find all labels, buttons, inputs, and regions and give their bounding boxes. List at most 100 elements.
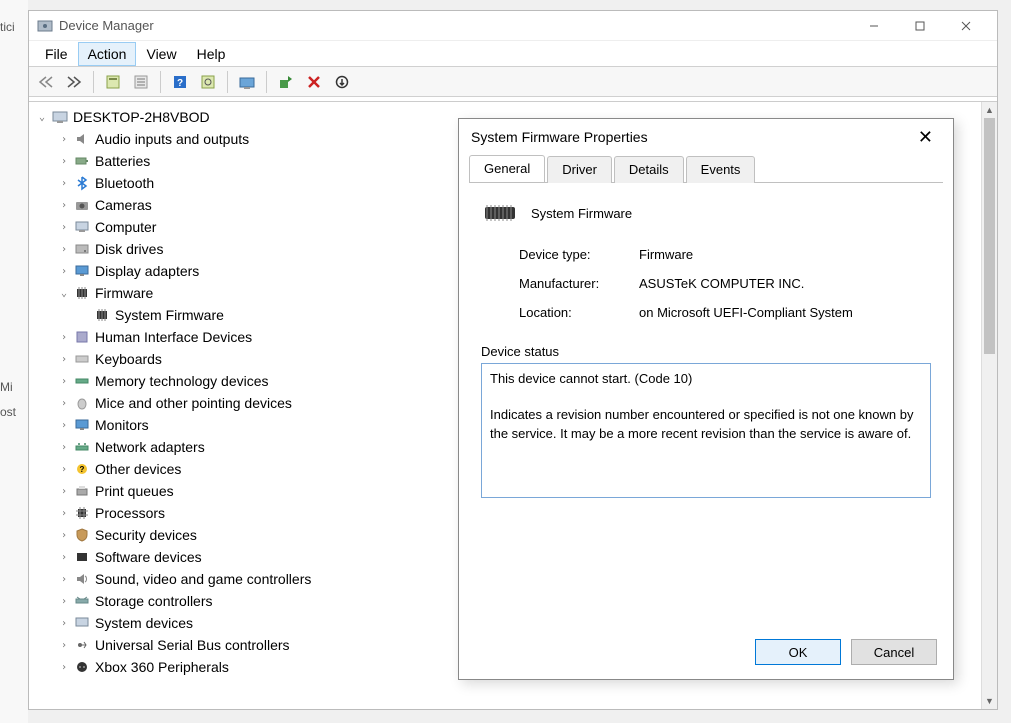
expand-icon[interactable]: › — [57, 662, 71, 673]
menu-file[interactable]: File — [35, 42, 78, 66]
titlebar[interactable]: Device Manager — [29, 11, 997, 41]
tab-general[interactable]: General — [469, 155, 545, 182]
category-icon — [73, 614, 91, 632]
vertical-scrollbar[interactable]: ▲ ▼ — [981, 102, 997, 709]
tree-item-label: Monitors — [95, 417, 149, 433]
expand-icon[interactable]: › — [57, 398, 71, 409]
svg-text:?: ? — [177, 78, 183, 89]
expand-icon[interactable]: › — [57, 200, 71, 211]
tree-item-label: Security devices — [95, 527, 197, 543]
expand-icon[interactable]: › — [57, 222, 71, 233]
expand-icon[interactable]: › — [57, 332, 71, 343]
tree-item-label: Batteries — [95, 153, 150, 169]
category-icon — [73, 658, 91, 676]
svg-text:?: ? — [80, 465, 85, 474]
tab-strip: General Driver Details Events — [469, 155, 943, 183]
scan-hardware-button[interactable] — [331, 71, 353, 93]
category-icon — [73, 526, 91, 544]
expand-icon[interactable]: › — [57, 640, 71, 651]
expand-icon[interactable]: › — [57, 530, 71, 541]
toolbar: ? — [29, 67, 997, 97]
scrollbar-thumb[interactable] — [984, 118, 995, 354]
collapse-icon[interactable]: ⌄ — [35, 112, 49, 123]
collapse-icon[interactable]: ⌄ — [57, 288, 71, 299]
expand-icon[interactable]: › — [57, 486, 71, 497]
bg-text-fragment: tici — [0, 20, 15, 34]
close-button[interactable] — [943, 12, 989, 40]
device-status-text[interactable]: This device cannot start. (Code 10) Indi… — [481, 363, 931, 498]
cancel-button[interactable]: Cancel — [851, 639, 937, 665]
tree-item-label: Computer — [95, 219, 156, 235]
expand-icon[interactable]: › — [57, 376, 71, 387]
tree-item-label: Firmware — [95, 285, 153, 301]
category-icon — [73, 218, 91, 236]
category-icon — [73, 262, 91, 280]
tab-events[interactable]: Events — [686, 156, 756, 183]
category-icon — [73, 482, 91, 500]
expand-icon[interactable]: › — [57, 354, 71, 365]
menu-help[interactable]: Help — [187, 42, 236, 66]
tree-item-label: Sound, video and game controllers — [95, 571, 311, 587]
expand-icon[interactable]: › — [57, 178, 71, 189]
scroll-down-button[interactable]: ▼ — [982, 693, 997, 709]
expand-icon[interactable]: › — [57, 442, 71, 453]
expand-icon[interactable]: › — [57, 618, 71, 629]
properties-button[interactable] — [130, 71, 152, 93]
back-button[interactable] — [35, 71, 57, 93]
tree-item-label: Processors — [95, 505, 165, 521]
dialog-titlebar[interactable]: System Firmware Properties ✕ — [459, 119, 953, 155]
expand-icon[interactable]: › — [57, 134, 71, 145]
expand-icon[interactable]: › — [57, 574, 71, 585]
device-type-value: Firmware — [639, 247, 931, 262]
scroll-up-button[interactable]: ▲ — [982, 102, 997, 118]
menu-action[interactable]: Action — [78, 42, 137, 66]
expand-icon[interactable]: › — [57, 552, 71, 563]
category-icon — [73, 416, 91, 434]
expand-icon[interactable]: › — [57, 596, 71, 607]
bg-text-fragment: ost — [0, 405, 16, 419]
tab-details[interactable]: Details — [614, 156, 684, 183]
dialog-close-button[interactable]: ✕ — [910, 124, 941, 150]
show-hidden-button[interactable] — [102, 71, 124, 93]
device-type-label: Device type: — [519, 247, 639, 262]
computer-icon — [51, 108, 69, 126]
expand-icon[interactable]: › — [57, 464, 71, 475]
category-icon — [73, 130, 91, 148]
forward-button[interactable] — [63, 71, 85, 93]
menubar: File Action View Help — [29, 41, 997, 67]
enable-device-button[interactable] — [275, 71, 297, 93]
tree-item-label: Audio inputs and outputs — [95, 131, 249, 147]
properties-dialog: System Firmware Properties ✕ General Dri… — [458, 118, 954, 680]
tree-item-label: Keyboards — [95, 351, 162, 367]
tree-item-label: Human Interface Devices — [95, 329, 252, 345]
minimize-button[interactable] — [851, 12, 897, 40]
expand-icon[interactable]: › — [57, 156, 71, 167]
expand-icon[interactable]: › — [57, 508, 71, 519]
category-icon — [73, 570, 91, 588]
tree-root[interactable]: DESKTOP-2H8VBOD — [73, 109, 210, 125]
tab-body: System Firmware Device type: Firmware Ma… — [459, 183, 953, 508]
expand-icon[interactable]: › — [57, 420, 71, 431]
menu-view[interactable]: View — [136, 42, 186, 66]
maximize-button[interactable] — [897, 12, 943, 40]
expand-icon[interactable]: › — [57, 244, 71, 255]
category-icon: ? — [73, 460, 91, 478]
manufacturer-label: Manufacturer: — [519, 276, 639, 291]
tree-item-label: Software devices — [95, 549, 202, 565]
tab-driver[interactable]: Driver — [547, 156, 612, 183]
category-icon — [73, 196, 91, 214]
ok-button[interactable]: OK — [755, 639, 841, 665]
tree-item-label: Display adapters — [95, 263, 199, 279]
uninstall-device-button[interactable] — [303, 71, 325, 93]
update-driver-button[interactable] — [236, 71, 258, 93]
manufacturer-value: ASUSTeK COMPUTER INC. — [639, 276, 931, 291]
tree-item-label: Cameras — [95, 197, 152, 213]
window-title: Device Manager — [59, 18, 851, 33]
expand-icon[interactable]: › — [57, 266, 71, 277]
help-button[interactable]: ? — [169, 71, 191, 93]
category-icon — [73, 438, 91, 456]
scan-button[interactable] — [197, 71, 219, 93]
tree-item-label: Memory technology devices — [95, 373, 269, 389]
tree-item-label: Network adapters — [95, 439, 205, 455]
tree-item-label: Universal Serial Bus controllers — [95, 637, 290, 653]
